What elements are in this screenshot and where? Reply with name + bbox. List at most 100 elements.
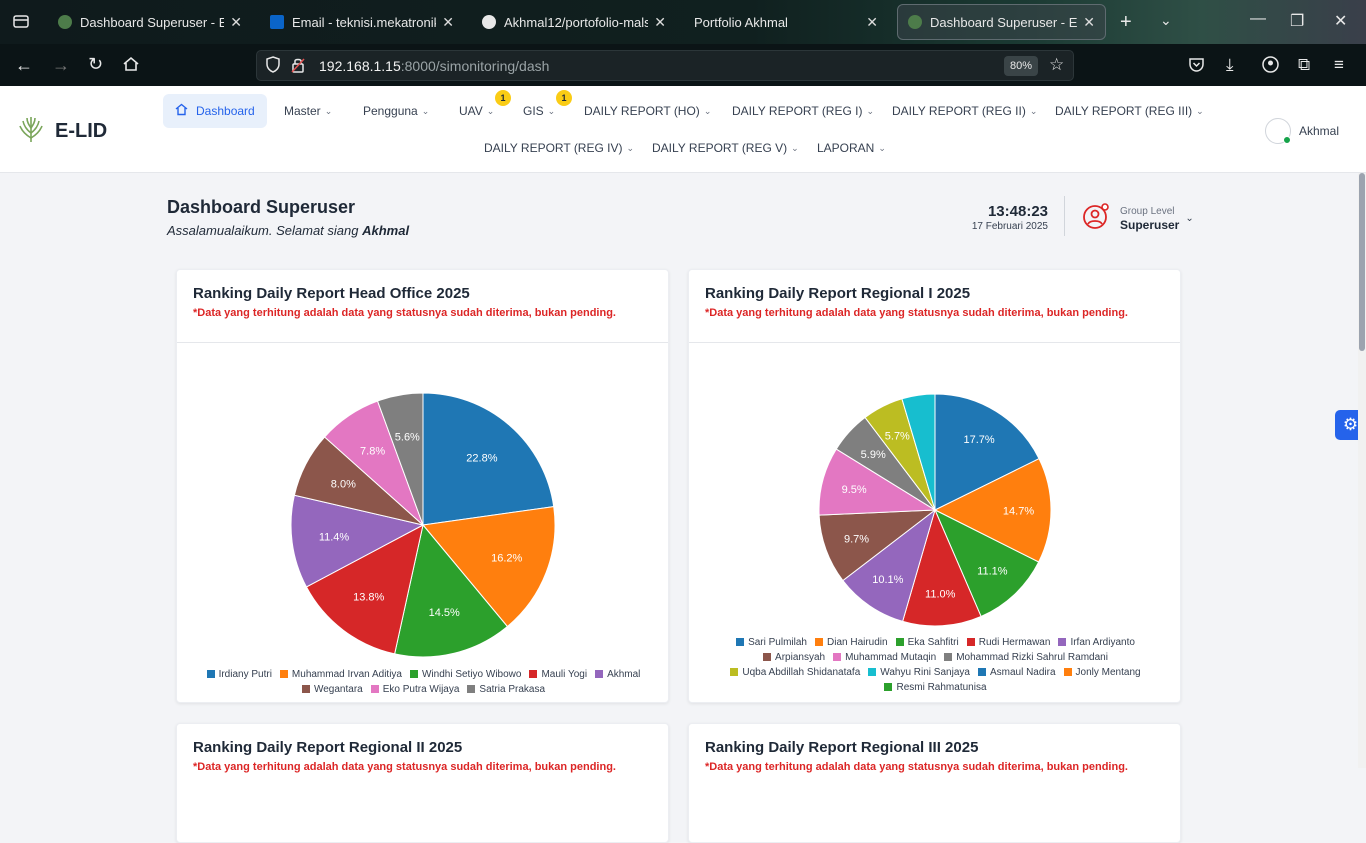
address-bar[interactable]: 192.168.1.15:8000/simonitoring/dash 80% … bbox=[256, 50, 1074, 81]
menu-daily-report-reg-3[interactable]: DAILY REPORT (REG III) ⌄ bbox=[1055, 104, 1204, 118]
tab-title: Akhmal12/portofolio-mals: Po bbox=[504, 14, 649, 30]
legend-item[interactable]: Wahyu Rini Sanjaya bbox=[868, 665, 970, 680]
home-icon[interactable] bbox=[122, 55, 140, 78]
browser-tab-4[interactable]: Portfolio Akhmal ✕ bbox=[684, 4, 888, 40]
app-header: E-LID Dashboard Master ⌄ Pengguna ⌄ UAV ⌄ 1… bbox=[0, 86, 1366, 173]
legend-item[interactable]: Akhmal bbox=[595, 667, 640, 682]
legend-swatch bbox=[966, 638, 975, 646]
legend-item[interactable]: Muhammad Irvan Aditiya bbox=[279, 667, 402, 682]
browser-tab-3[interactable]: Akhmal12/portofolio-mals: Po ✕ bbox=[472, 4, 676, 40]
forward-icon[interactable]: → bbox=[52, 55, 70, 76]
card-title: Ranking Daily Report Regional III 2025 bbox=[705, 739, 979, 756]
legend-swatch bbox=[884, 683, 893, 691]
online-status-dot bbox=[1283, 136, 1291, 144]
user-menu[interactable]: Akhmal bbox=[1265, 118, 1339, 144]
home-icon bbox=[175, 103, 188, 119]
legend-label: Dian Hairudin bbox=[827, 637, 888, 648]
chevron-down-icon: ⌄ bbox=[878, 142, 886, 153]
chevron-down-icon: ⌄ bbox=[866, 105, 875, 116]
account-icon[interactable] bbox=[1262, 56, 1279, 78]
browser-tab-5[interactable]: Dashboard Superuser - E-LID ✕ bbox=[897, 4, 1106, 40]
legend-item[interactable]: Dian Hairudin bbox=[815, 635, 888, 650]
legend-item[interactable]: Asmaul Nadira bbox=[977, 665, 1056, 680]
menu-daily-report-ho[interactable]: DAILY REPORT (HO) ⌄ bbox=[584, 104, 711, 118]
group-level-value: Superuser bbox=[1120, 217, 1180, 232]
group-level-selector[interactable]: Group Level Superuser ⌄ bbox=[1082, 202, 1194, 235]
close-icon[interactable]: ✕ bbox=[1083, 14, 1095, 31]
card-title: Ranking Daily Report Regional I 2025 bbox=[705, 285, 971, 302]
menu-daily-report-reg-4[interactable]: DAILY REPORT (REG IV) ⌄ bbox=[484, 141, 634, 155]
menu-icon[interactable]: ≡ bbox=[1334, 55, 1344, 75]
legend-item[interactable]: Satria Prakasa bbox=[467, 682, 545, 697]
close-icon[interactable]: ✕ bbox=[654, 14, 666, 31]
chevron-down-icon: ⌄ bbox=[547, 105, 556, 116]
legend-swatch bbox=[529, 670, 538, 678]
uav-notification-badge: 1 bbox=[495, 90, 511, 106]
pocket-icon[interactable] bbox=[1188, 56, 1205, 78]
legend-item[interactable]: Eko Putra Wijaya bbox=[370, 682, 459, 697]
menu-laporan[interactable]: LAPORAN ⌄ bbox=[817, 141, 886, 155]
chart-card-head-office: Ranking Daily Report Head Office 2025 *D… bbox=[176, 269, 669, 703]
legend-swatch bbox=[1063, 668, 1072, 676]
legend-item[interactable]: Rudi Hermawan bbox=[966, 635, 1050, 650]
legend-swatch bbox=[279, 670, 288, 678]
legend-item[interactable]: Resmi Rahmatunisa bbox=[884, 680, 987, 695]
shield-icon[interactable] bbox=[265, 56, 281, 77]
legend-swatch bbox=[730, 668, 739, 676]
menu-daily-report-reg-2[interactable]: DAILY REPORT (REG II) ⌄ bbox=[892, 104, 1037, 118]
menu-master[interactable]: Master ⌄ bbox=[284, 104, 332, 118]
bookmark-star-icon[interactable]: ☆ bbox=[1049, 55, 1064, 75]
download-icon[interactable]: ⤓ bbox=[1226, 55, 1234, 75]
legend-item[interactable]: Wegantara bbox=[301, 682, 363, 697]
zoom-level[interactable]: 80% bbox=[1004, 56, 1038, 76]
chevron-down-icon: ⌄ bbox=[1029, 105, 1038, 116]
legend-swatch bbox=[467, 685, 476, 693]
close-icon[interactable]: ✕ bbox=[230, 14, 242, 31]
legend-item[interactable]: Sari Pulmilah bbox=[736, 635, 807, 650]
legend-item[interactable]: Irdiany Putri bbox=[206, 667, 272, 682]
restore-icon[interactable]: ❐ bbox=[1290, 11, 1304, 31]
close-icon[interactable]: ✕ bbox=[866, 14, 878, 31]
legend-item[interactable]: Mauli Yogi bbox=[529, 667, 587, 682]
back-icon[interactable]: ← bbox=[15, 55, 33, 76]
legend-item[interactable]: Mohammad Rizki Sahrul Ramdani bbox=[944, 650, 1108, 665]
menu-label: DAILY REPORT (REG IV) bbox=[484, 141, 623, 155]
menu-dashboard[interactable]: Dashboard bbox=[163, 94, 267, 128]
divider bbox=[177, 342, 668, 343]
close-window-icon[interactable]: ✕ bbox=[1334, 11, 1347, 31]
legend-item[interactable]: Irfan Ardiyanto bbox=[1058, 635, 1135, 650]
legend-swatch bbox=[409, 670, 418, 678]
page-scrollbar[interactable] bbox=[1358, 173, 1366, 768]
chevron-down-icon[interactable]: ⌄ bbox=[1160, 12, 1172, 29]
insecure-lock-icon[interactable] bbox=[291, 57, 305, 76]
legend-item[interactable]: Muhammad Mutaqin bbox=[833, 650, 936, 665]
brand-logo[interactable]: E-LID bbox=[17, 114, 107, 149]
gis-notification-badge: 1 bbox=[556, 90, 572, 106]
legend-item[interactable]: Uqba Abdillah Shidanatafa bbox=[730, 665, 860, 680]
close-icon[interactable]: ✕ bbox=[442, 14, 454, 31]
user-gear-icon bbox=[1082, 202, 1110, 235]
pie-data-label: 16.2% bbox=[491, 552, 522, 564]
pie-data-label: 5.9% bbox=[861, 449, 886, 461]
browser-tab-2[interactable]: Email - teknisi.mekatronika@ ✕ bbox=[260, 4, 464, 40]
new-tab-icon[interactable]: + bbox=[1120, 11, 1132, 34]
extensions-icon[interactable]: ⧉ bbox=[1298, 55, 1310, 75]
minimize-icon[interactable]: — bbox=[1250, 10, 1266, 28]
github-icon bbox=[482, 15, 496, 29]
menu-daily-report-reg-5[interactable]: DAILY REPORT (REG V) ⌄ bbox=[652, 141, 799, 155]
legend-item[interactable]: Jonly Mentang bbox=[1063, 665, 1141, 680]
legend-item[interactable]: Arpiansyah bbox=[763, 650, 825, 665]
tab-list-icon[interactable] bbox=[12, 12, 30, 35]
scrollbar-thumb[interactable] bbox=[1359, 173, 1365, 351]
browser-tab-1[interactable]: Dashboard Superuser - E-LID ✕ bbox=[48, 4, 252, 40]
menu-pengguna[interactable]: Pengguna ⌄ bbox=[363, 104, 429, 118]
menu-uav[interactable]: UAV ⌄ bbox=[459, 104, 494, 118]
reload-icon[interactable]: ↻ bbox=[88, 54, 103, 75]
menu-gis[interactable]: GIS ⌄ bbox=[523, 104, 555, 118]
legend-item[interactable]: Windhi Setiyo Wibowo bbox=[409, 667, 521, 682]
legend-label: Asmaul Nadira bbox=[989, 667, 1056, 678]
menu-daily-report-reg-1[interactable]: DAILY REPORT (REG I) ⌄ bbox=[732, 104, 874, 118]
tab-title: Dashboard Superuser - E-LID bbox=[80, 14, 225, 30]
legend-item[interactable]: Eka Sahfitri bbox=[895, 635, 959, 650]
legend-label: Eka Sahfitri bbox=[907, 637, 959, 648]
